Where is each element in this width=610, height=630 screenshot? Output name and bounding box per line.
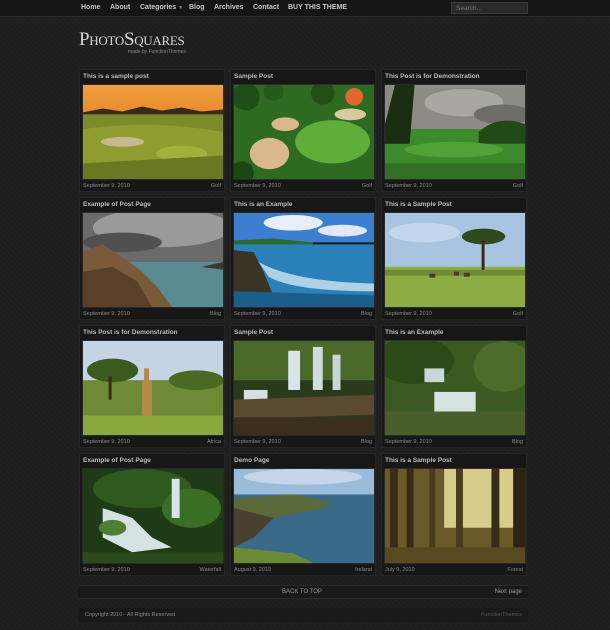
- nav-about-link[interactable]: About: [110, 4, 130, 11]
- search-input[interactable]: [451, 2, 528, 14]
- post-category-link[interactable]: Africa: [207, 439, 221, 445]
- theme-credit-link[interactable]: FunctionThemes: [481, 612, 522, 618]
- post-category-link[interactable]: Golf: [513, 311, 523, 317]
- post-thumbnail-waterfall[interactable]: [82, 468, 224, 564]
- post-date: September 9, 2010: [234, 311, 281, 317]
- post-category-link[interactable]: Blog: [361, 439, 372, 445]
- post-card: This is a Sample Post July 9, 2010 Fores…: [381, 453, 527, 576]
- post-thumbnail-coast-rocks[interactable]: [82, 212, 224, 308]
- post-card: This is an Example September 9, 2010 Blo…: [230, 197, 376, 320]
- top-nav-bar: Home About Categories ▼ Blog Archives Con…: [0, 0, 610, 17]
- post-category-link[interactable]: Blog: [512, 439, 523, 445]
- post-card: Sample Post September 9, 2010 Golf: [230, 69, 376, 192]
- post-card: This is a Sample Post September 9, 2010 …: [381, 197, 527, 320]
- post-title[interactable]: This is a sample post: [83, 73, 149, 80]
- post-title[interactable]: This is an Example: [234, 201, 293, 208]
- post-date: September 9, 2010: [83, 567, 130, 573]
- post-title[interactable]: This is an Example: [385, 329, 444, 336]
- post-card: This Post is for Demonstration September…: [79, 325, 225, 448]
- site-footer: Copyright 2010 - All Rights Reserved Fun…: [79, 608, 528, 622]
- post-card: This is a sample post September 9, 2010 …: [79, 69, 225, 192]
- post-thumbnail-giraffe[interactable]: [82, 340, 224, 436]
- post-category-link[interactable]: Golf: [513, 183, 523, 189]
- post-thumbnail-golf-aerial[interactable]: [233, 84, 375, 180]
- post-title[interactable]: Sample Post: [234, 73, 273, 80]
- nav-archives-link[interactable]: Archives: [214, 4, 244, 11]
- post-date: September 9, 2010: [234, 439, 281, 445]
- post-thumbnail-golf-green[interactable]: [384, 84, 526, 180]
- post-thumbnail-golf-sunset[interactable]: [82, 84, 224, 180]
- nav-blog-link[interactable]: Blog: [189, 4, 205, 11]
- nav-buy-theme-link[interactable]: BUY THIS THEME: [288, 4, 347, 11]
- post-thumbnail-forest-falls[interactable]: [384, 340, 526, 436]
- post-category-link[interactable]: Golf: [211, 183, 221, 189]
- post-card: Demo Page August 9, 2010 Ireland: [230, 453, 376, 576]
- back-to-top-link[interactable]: BACK TO TOP: [282, 589, 322, 595]
- post-date: September 9, 2010: [385, 183, 432, 189]
- post-thumbnail-acacia-savanna[interactable]: [384, 212, 526, 308]
- post-title[interactable]: This is a Sample Post: [385, 457, 452, 464]
- post-card: This Post is for Demonstration September…: [381, 69, 527, 192]
- post-date: September 9, 2010: [385, 439, 432, 445]
- post-title[interactable]: Sample Post: [234, 329, 273, 336]
- post-category-link[interactable]: Ireland: [355, 567, 372, 573]
- post-date: September 9, 2010: [83, 439, 130, 445]
- post-date: August 9, 2010: [234, 567, 272, 573]
- copyright-text: Copyright 2010 - All Rights Reserved: [85, 612, 176, 618]
- post-thumbnail-cascade[interactable]: [233, 340, 375, 436]
- post-date: September 9, 2010: [83, 311, 130, 317]
- post-date: September 9, 2010: [385, 311, 432, 317]
- post-title[interactable]: Example of Post Page: [83, 457, 151, 464]
- post-category-link[interactable]: Golf: [362, 183, 372, 189]
- nav-categories-label: Categories: [140, 4, 177, 11]
- site-logo[interactable]: PhotoSquares: [79, 30, 185, 50]
- next-page-link[interactable]: Next page: [495, 589, 522, 595]
- post-category-link[interactable]: Blog: [361, 311, 372, 317]
- post-category-link[interactable]: Forest: [507, 567, 523, 573]
- post-category-link[interactable]: Waterfall: [200, 567, 222, 573]
- site-tagline: made by FunctionThemes: [128, 49, 186, 55]
- post-thumbnail-sunlit-forest[interactable]: [384, 468, 526, 564]
- post-title[interactable]: This is a Sample Post: [385, 201, 452, 208]
- post-card: Sample Post September 9, 2010 Blog: [230, 325, 376, 448]
- post-title[interactable]: This Post is for Demonstration: [83, 329, 178, 336]
- post-thumbnail-cliffs[interactable]: [233, 468, 375, 564]
- post-date: July 9, 2010: [385, 567, 415, 573]
- nav-contact-link[interactable]: Contact: [253, 4, 279, 11]
- post-card: Example of Post Page September 9, 2010 B…: [79, 197, 225, 320]
- post-title[interactable]: Example of Post Page: [83, 201, 151, 208]
- nav-categories-link[interactable]: Categories ▼: [140, 4, 183, 11]
- post-title[interactable]: This Post is for Demonstration: [385, 73, 480, 80]
- pagination-bar: BACK TO TOP Next page: [79, 585, 528, 599]
- post-title[interactable]: Demo Page: [234, 457, 269, 464]
- post-category-link[interactable]: Blog: [210, 311, 221, 317]
- post-date: September 9, 2010: [234, 183, 281, 189]
- post-date: September 9, 2010: [83, 183, 130, 189]
- post-thumbnail-blue-bay[interactable]: [233, 212, 375, 308]
- post-card: This is an Example September 9, 2010 Blo…: [381, 325, 527, 448]
- post-card: Example of Post Page September 9, 2010 W…: [79, 453, 225, 576]
- chevron-down-icon: ▼: [178, 5, 184, 11]
- nav-home-link[interactable]: Home: [81, 4, 100, 11]
